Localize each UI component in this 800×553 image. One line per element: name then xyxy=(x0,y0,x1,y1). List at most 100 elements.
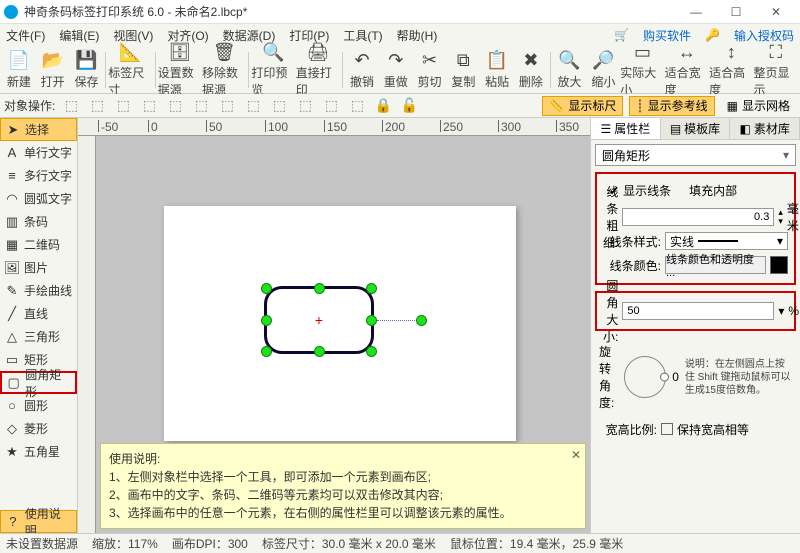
align-right-icon[interactable]: ⬚ xyxy=(113,97,133,115)
full-page-button[interactable]: ⛶整页显示 xyxy=(754,48,798,92)
menu-tools[interactable]: 工具(T) xyxy=(343,27,382,44)
send-back-icon[interactable]: ⬚ xyxy=(295,97,315,115)
selected-roundrect-shape[interactable]: + xyxy=(264,286,374,354)
titlebar: 神奇条码标签打印系统 6.0 - 未命名2.lbcp* — ☐ ✕ xyxy=(0,0,800,24)
tool-line[interactable]: ╱直线 xyxy=(0,302,77,325)
shape-type-dropdown[interactable]: 圆角矩形▾ xyxy=(595,144,796,166)
group-icon[interactable]: ⬚ xyxy=(321,97,341,115)
rotation-row: 旋转角度: 0 说明：在左侧圆点上按住 Shift 键拖动鼠标可以生成15度倍数… xyxy=(595,337,796,417)
minimize-button[interactable]: — xyxy=(676,0,716,24)
full-icon: ⛶ xyxy=(764,42,788,63)
tool-freehand[interactable]: ✎手绘曲线 xyxy=(0,279,77,302)
barcode-icon: ▥ xyxy=(4,214,20,230)
close-button[interactable]: ✕ xyxy=(756,0,796,24)
print-preview-button[interactable]: 🔍打印预览 xyxy=(251,48,295,92)
resize-handle-sw[interactable] xyxy=(261,346,272,357)
usage-button[interactable]: ?使用说明 xyxy=(0,510,77,533)
fitw-icon: ↔ xyxy=(675,42,699,63)
roundrect-icon: ▢ xyxy=(6,375,21,391)
radius-input[interactable] xyxy=(622,302,774,320)
toggle-ruler[interactable]: 📏显示标尺 xyxy=(542,96,623,116)
label-page: + xyxy=(164,206,516,441)
tab-materials[interactable]: ◧素材库 xyxy=(730,118,800,139)
set-datasource-button[interactable]: 🗄设置数据源 xyxy=(158,48,202,92)
tool-multitext[interactable]: ≡多行文字 xyxy=(0,164,77,187)
labelsize-button[interactable]: 📐标签尺寸 xyxy=(108,48,152,92)
tool-select[interactable]: ➤选择 xyxy=(0,118,77,141)
align-left-icon[interactable]: ⬚ xyxy=(61,97,81,115)
resize-handle-ne[interactable] xyxy=(366,283,377,294)
align-bottom-icon[interactable]: ⬚ xyxy=(191,97,211,115)
linestyle-select[interactable]: 实线 ▾ xyxy=(665,232,788,250)
tool-triangle[interactable]: △三角形 xyxy=(0,325,77,348)
copy-button[interactable]: ⧉复制 xyxy=(446,48,480,92)
delete-button[interactable]: ✖删除 xyxy=(514,48,548,92)
canvas[interactable]: + ✕ 使用说明: 1、左侧对象栏中选择一个工具，即可添加一个元素到画布区; 2… xyxy=(96,136,590,533)
open-button[interactable]: 📂打开 xyxy=(36,48,70,92)
toggle-grid[interactable]: ▦显示网格 xyxy=(721,96,796,116)
keep-aspect-checkbox[interactable]: 保持宽高相等 xyxy=(661,421,749,438)
linecolor-label: 线条颜色: xyxy=(603,257,661,274)
save-button[interactable]: 💾保存 xyxy=(70,48,104,92)
zoom-in-button[interactable]: 🔍放大 xyxy=(553,48,587,92)
tool-barcode[interactable]: ▥条码 xyxy=(0,210,77,233)
menu-edit[interactable]: 编辑(E) xyxy=(59,27,99,44)
resize-handle-nw[interactable] xyxy=(261,283,272,294)
chevron-down-icon: ▾ xyxy=(777,234,783,248)
database-remove-icon: 🗑 xyxy=(212,42,236,63)
spinner-icon[interactable]: ▴▾ xyxy=(778,208,783,226)
tool-rhombus[interactable]: ◇菱形 xyxy=(0,417,77,440)
align-middle-icon[interactable]: ⬚ xyxy=(165,97,185,115)
tab-properties[interactable]: ☰属性栏 xyxy=(591,118,661,139)
tool-text[interactable]: A单行文字 xyxy=(0,141,77,164)
paste-button[interactable]: 📋粘贴 xyxy=(480,48,514,92)
menu-file[interactable]: 文件(F) xyxy=(6,27,45,44)
ungroup-icon[interactable]: ⬚ xyxy=(347,97,367,115)
color-swatch[interactable] xyxy=(770,256,788,274)
menu-help[interactable]: 帮助(H) xyxy=(397,27,438,44)
print-button[interactable]: 🖨直接打印 xyxy=(296,48,340,92)
help-close-icon[interactable]: ✕ xyxy=(571,446,581,464)
chevron-down-icon[interactable]: ▾ xyxy=(778,304,784,318)
fith-icon: ↕ xyxy=(719,42,743,63)
maximize-button[interactable]: ☐ xyxy=(716,0,756,24)
dist-v-icon[interactable]: ⬚ xyxy=(243,97,263,115)
tool-roundrect[interactable]: ▢圆角矩形 xyxy=(0,371,77,394)
tool-arctext[interactable]: ◠圆弧文字 xyxy=(0,187,77,210)
fit-height-button[interactable]: ↕适合高度 xyxy=(709,48,753,92)
object-toolbar: 对象操作: ⬚ ⬚ ⬚ ⬚ ⬚ ⬚ ⬚ ⬚ ⬚ ⬚ ⬚ ⬚ 🔒 🔓 📏显示标尺 … xyxy=(0,94,800,118)
align-center-icon[interactable]: ⬚ xyxy=(87,97,107,115)
actual-size-button[interactable]: ▭实际大小 xyxy=(620,48,664,92)
resize-handle-s[interactable] xyxy=(314,346,325,357)
cut-button[interactable]: ✂剪切 xyxy=(413,48,447,92)
resize-handle-se[interactable] xyxy=(366,346,377,357)
bring-front-icon[interactable]: ⬚ xyxy=(269,97,289,115)
tool-image[interactable]: 🖼图片 xyxy=(0,256,77,279)
rotation-handle[interactable] xyxy=(416,315,427,326)
tab-templates[interactable]: ▤模板库 xyxy=(661,118,731,139)
toggle-guides[interactable]: ┊显示参考线 xyxy=(629,96,714,116)
linewidth-input[interactable] xyxy=(622,208,774,226)
remove-datasource-button[interactable]: 🗑移除数据源 xyxy=(202,48,246,92)
tool-qrcode[interactable]: ▦二维码 xyxy=(0,233,77,256)
unlock-icon[interactable]: 🔓 xyxy=(399,97,419,115)
resize-handle-w[interactable] xyxy=(261,315,272,326)
rotation-dial[interactable] xyxy=(624,356,666,398)
redo-button[interactable]: ↷重做 xyxy=(379,48,413,92)
undo-button[interactable]: ↶撤销 xyxy=(345,48,379,92)
lock-icon[interactable]: 🔒 xyxy=(373,97,393,115)
tool-star[interactable]: ★五角星 xyxy=(0,440,77,463)
paste-icon: 📋 xyxy=(485,50,509,72)
pct-unit: % xyxy=(788,304,799,318)
fill-inner-checkbox[interactable]: 填充内部 xyxy=(685,182,737,199)
resize-handle-n[interactable] xyxy=(314,283,325,294)
zoom-out-button[interactable]: 🔎缩小 xyxy=(586,48,620,92)
resize-handle-e[interactable] xyxy=(366,315,377,326)
canvas-area: -50 0 50 100 150 200 250 300 350 xyxy=(78,118,590,533)
fit-width-button[interactable]: ↔适合宽度 xyxy=(665,48,709,92)
dist-h-icon[interactable]: ⬚ xyxy=(217,97,237,115)
align-top-icon[interactable]: ⬚ xyxy=(139,97,159,115)
line-color-button[interactable]: 线条颜色和透明度 ... xyxy=(665,256,766,274)
new-button[interactable]: 📄新建 xyxy=(2,48,36,92)
tool-ellipse[interactable]: ○圆形 xyxy=(0,394,77,417)
